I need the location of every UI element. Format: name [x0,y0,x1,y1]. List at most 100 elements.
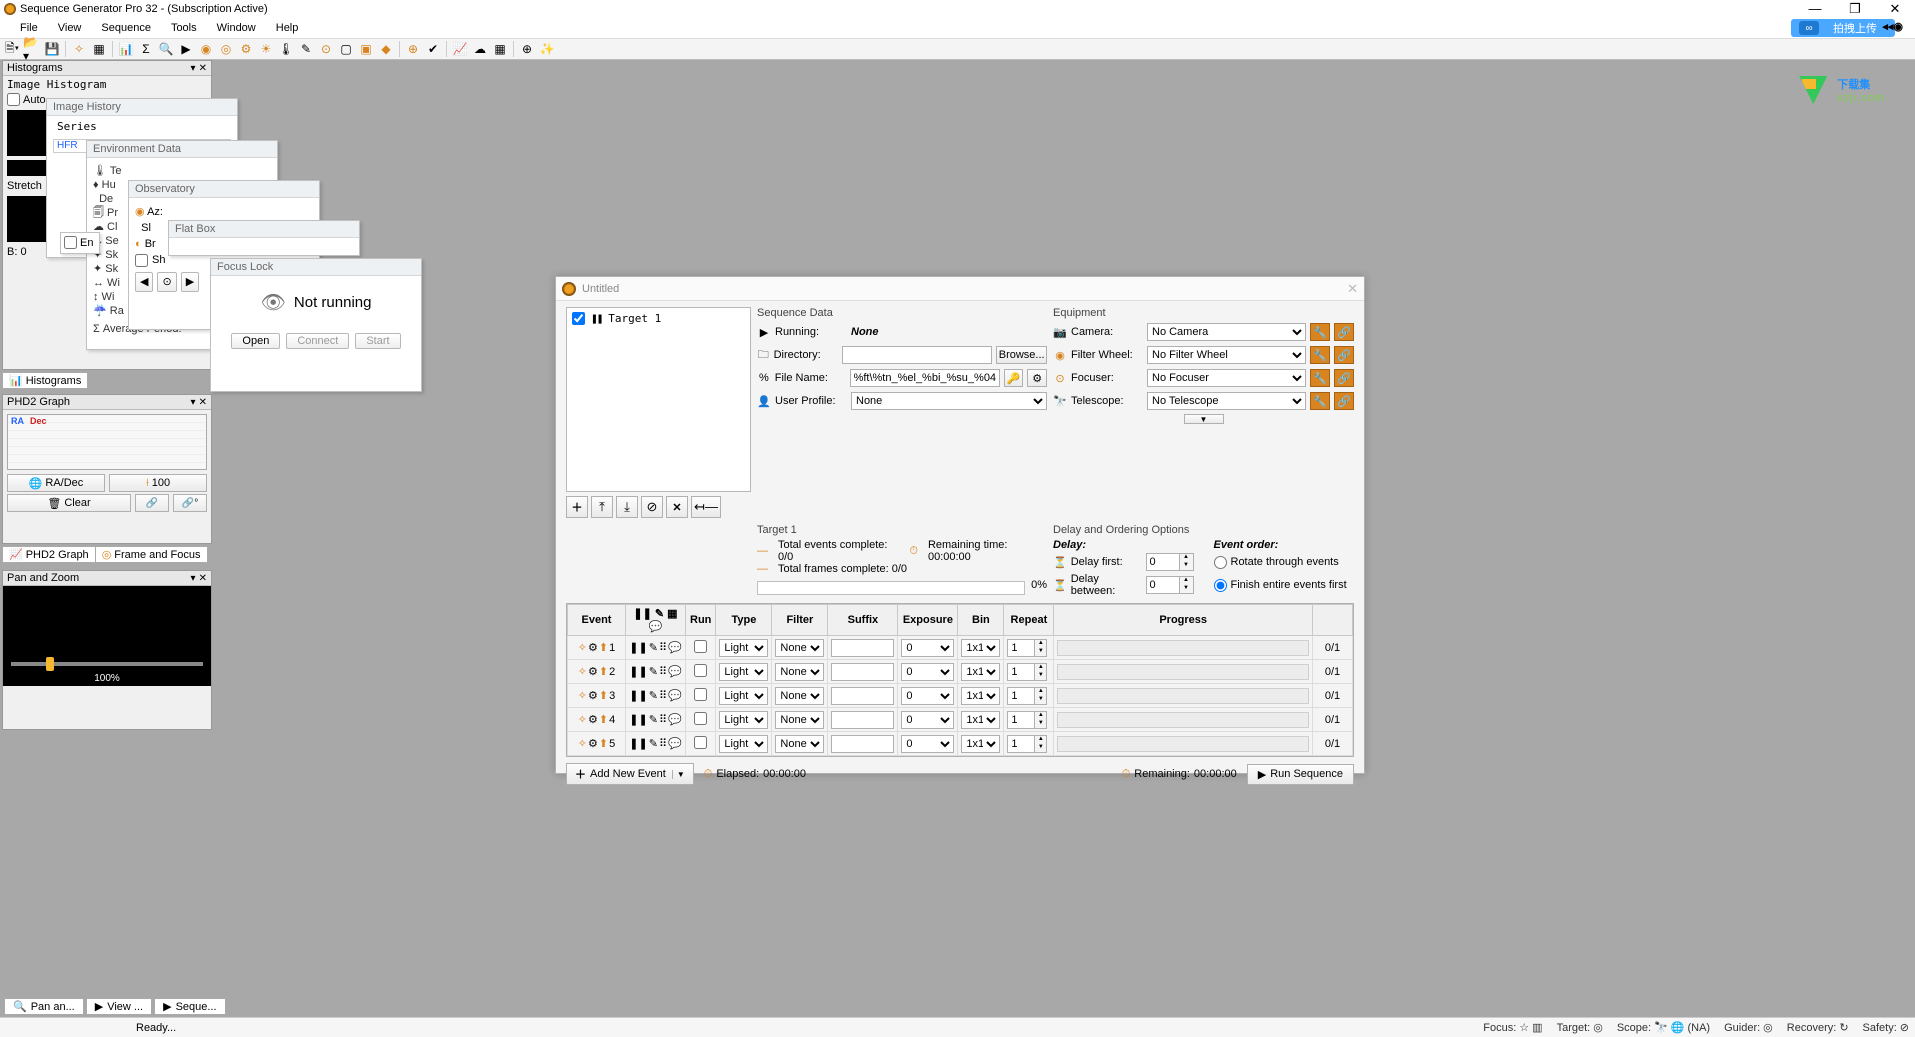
run-checkbox[interactable] [694,688,707,701]
run-checkbox[interactable] [694,664,707,677]
target-enabled-checkbox[interactable] [572,312,585,325]
bin-select[interactable]: 1x1 [961,663,1000,681]
new-icon[interactable]: 🗎▾ [3,40,21,58]
suffix-input[interactable] [831,639,894,657]
delete-button[interactable]: ✕ [666,496,688,518]
tool-icon-6[interactable]: ◉ [197,40,215,58]
type-select[interactable]: Light [719,735,768,753]
open-button[interactable]: Open [231,333,280,349]
repeat-input[interactable] [1007,735,1035,753]
pause-icon[interactable]: ❚❚ [629,641,647,654]
tool-icon-16[interactable]: ⊕ [404,40,422,58]
suffix-input[interactable] [831,735,894,753]
stop-button[interactable]: ⊘ [641,496,663,518]
scale-button[interactable]: ⟊100 [109,474,207,492]
bin-select[interactable]: 1x1 [961,687,1000,705]
zoom-slider[interactable] [11,662,203,666]
move-up-button[interactable]: ⤒ [591,496,613,518]
suffix-input[interactable] [831,687,894,705]
tool-icon-4[interactable]: Σ [137,40,155,58]
exposure-select[interactable]: 0 [901,711,954,729]
menu-sequence[interactable]: Sequence [91,22,161,34]
gear-icon[interactable]: ✧ [578,713,587,726]
sequence-tab[interactable]: ▶ Seque... [154,998,225,1015]
up-icon[interactable]: ⬆ [599,665,608,678]
pause-icon[interactable]: ❚❚ [629,737,647,750]
settings-icon[interactable]: ⚙ [588,689,598,702]
settings-icon[interactable]: ⚙ [588,665,598,678]
run-sequence-button[interactable]: ▶ Run Sequence [1247,764,1354,785]
filename-input[interactable] [850,369,1000,387]
tool-icon-8[interactable]: ⚙ [237,40,255,58]
type-select[interactable]: Light [719,639,768,657]
connect-button[interactable]: Connect [286,333,349,349]
link2-button[interactable]: 🔗° [173,494,207,512]
gear-icon[interactable]: ✧ [578,689,587,702]
menu-overflow-icon[interactable]: ◂◂◉ [1872,20,1913,33]
exposure-select[interactable]: 0 [901,639,954,657]
tool-icon-13[interactable]: ▢ [337,40,355,58]
maximize-button[interactable]: ❐ [1835,1,1875,17]
bin-select[interactable]: 1x1 [961,711,1000,729]
menu-help[interactable]: Help [266,22,309,34]
tool-icon-9[interactable]: ☀ [257,40,275,58]
tool-icon-7[interactable]: ◎ [217,40,235,58]
tool-icon-14[interactable]: ▣ [357,40,375,58]
open-icon[interactable]: 📂▾ [23,40,41,58]
minimize-button[interactable]: — [1795,1,1835,17]
close-icon[interactable]: ✕ [199,573,207,584]
wrench-icon[interactable]: 🔧 [1310,323,1330,341]
edit-icon[interactable]: ✎ [649,737,658,750]
userprofile-select[interactable]: None [851,392,1047,410]
link-button[interactable]: 🔗 [135,494,169,512]
wrench-icon[interactable]: 🔧 [1310,392,1330,410]
type-select[interactable]: Light [719,687,768,705]
filter-select[interactable]: None [775,639,824,657]
settings-icon[interactable]: ⚙ [1027,369,1047,387]
comment-icon[interactable]: 💬 [668,665,682,678]
delay-first-input[interactable] [1146,553,1180,571]
pin-icon[interactable]: ▾ [191,573,196,584]
close-icon[interactable]: ✕ [1347,281,1358,297]
filter-select[interactable]: None [775,663,824,681]
pause-icon[interactable]: ❚❚ [629,713,647,726]
tool-icon-1[interactable]: ✧ [70,40,88,58]
type-select[interactable]: Light [719,711,768,729]
pause-icon[interactable]: ❚❚ [629,689,647,702]
repeat-input[interactable] [1007,639,1035,657]
repeat-input[interactable] [1007,711,1035,729]
close-icon[interactable]: ✕ [199,63,207,74]
exposure-select[interactable]: 0 [901,735,954,753]
comment-icon[interactable]: 💬 [668,689,682,702]
settings-icon[interactable]: ⚙ [588,713,598,726]
browse-button[interactable]: Browse... [996,346,1047,364]
up-icon[interactable]: ⬆ [599,641,608,654]
target-list[interactable]: ❚❚ Target 1 [566,307,751,492]
grid-icon[interactable]: ⠿ [659,665,667,678]
menu-view[interactable]: View [48,22,92,34]
key-icon[interactable]: 🔑 [1004,369,1024,387]
tool-icon-3[interactable]: 📊 [117,40,135,58]
comment-icon[interactable]: 💬 [668,641,682,654]
run-checkbox[interactable] [694,736,707,749]
grid-icon[interactable]: ⠿ [659,737,667,750]
directory-input[interactable] [842,346,992,364]
tool-icon-2[interactable]: ▦ [90,40,108,58]
clear-button[interactable]: 🗑Clear [7,494,131,512]
play-icon[interactable]: ▶ [177,40,195,58]
link-icon[interactable]: 🔗 [1334,392,1354,410]
edit-icon[interactable]: ✎ [649,713,658,726]
link-icon[interactable]: 🔗 [1334,346,1354,364]
grid-icon[interactable]: ⠿ [659,689,667,702]
save-icon[interactable]: 💾 [43,40,61,58]
histograms-tab[interactable]: 📊Histograms [2,372,88,389]
filter-select[interactable]: None [775,687,824,705]
pin-icon[interactable]: ▾ [191,397,196,408]
tool-icon-22[interactable]: ✨ [538,40,556,58]
tool-icon-19[interactable]: ☁ [471,40,489,58]
tool-icon-17[interactable]: ✔ [424,40,442,58]
exposure-select[interactable]: 0 [901,687,954,705]
expand-button[interactable]: ▼ [1184,414,1224,424]
slider-thumb[interactable] [46,657,54,671]
frame-focus-tab[interactable]: ◎Frame and Focus [95,546,208,563]
